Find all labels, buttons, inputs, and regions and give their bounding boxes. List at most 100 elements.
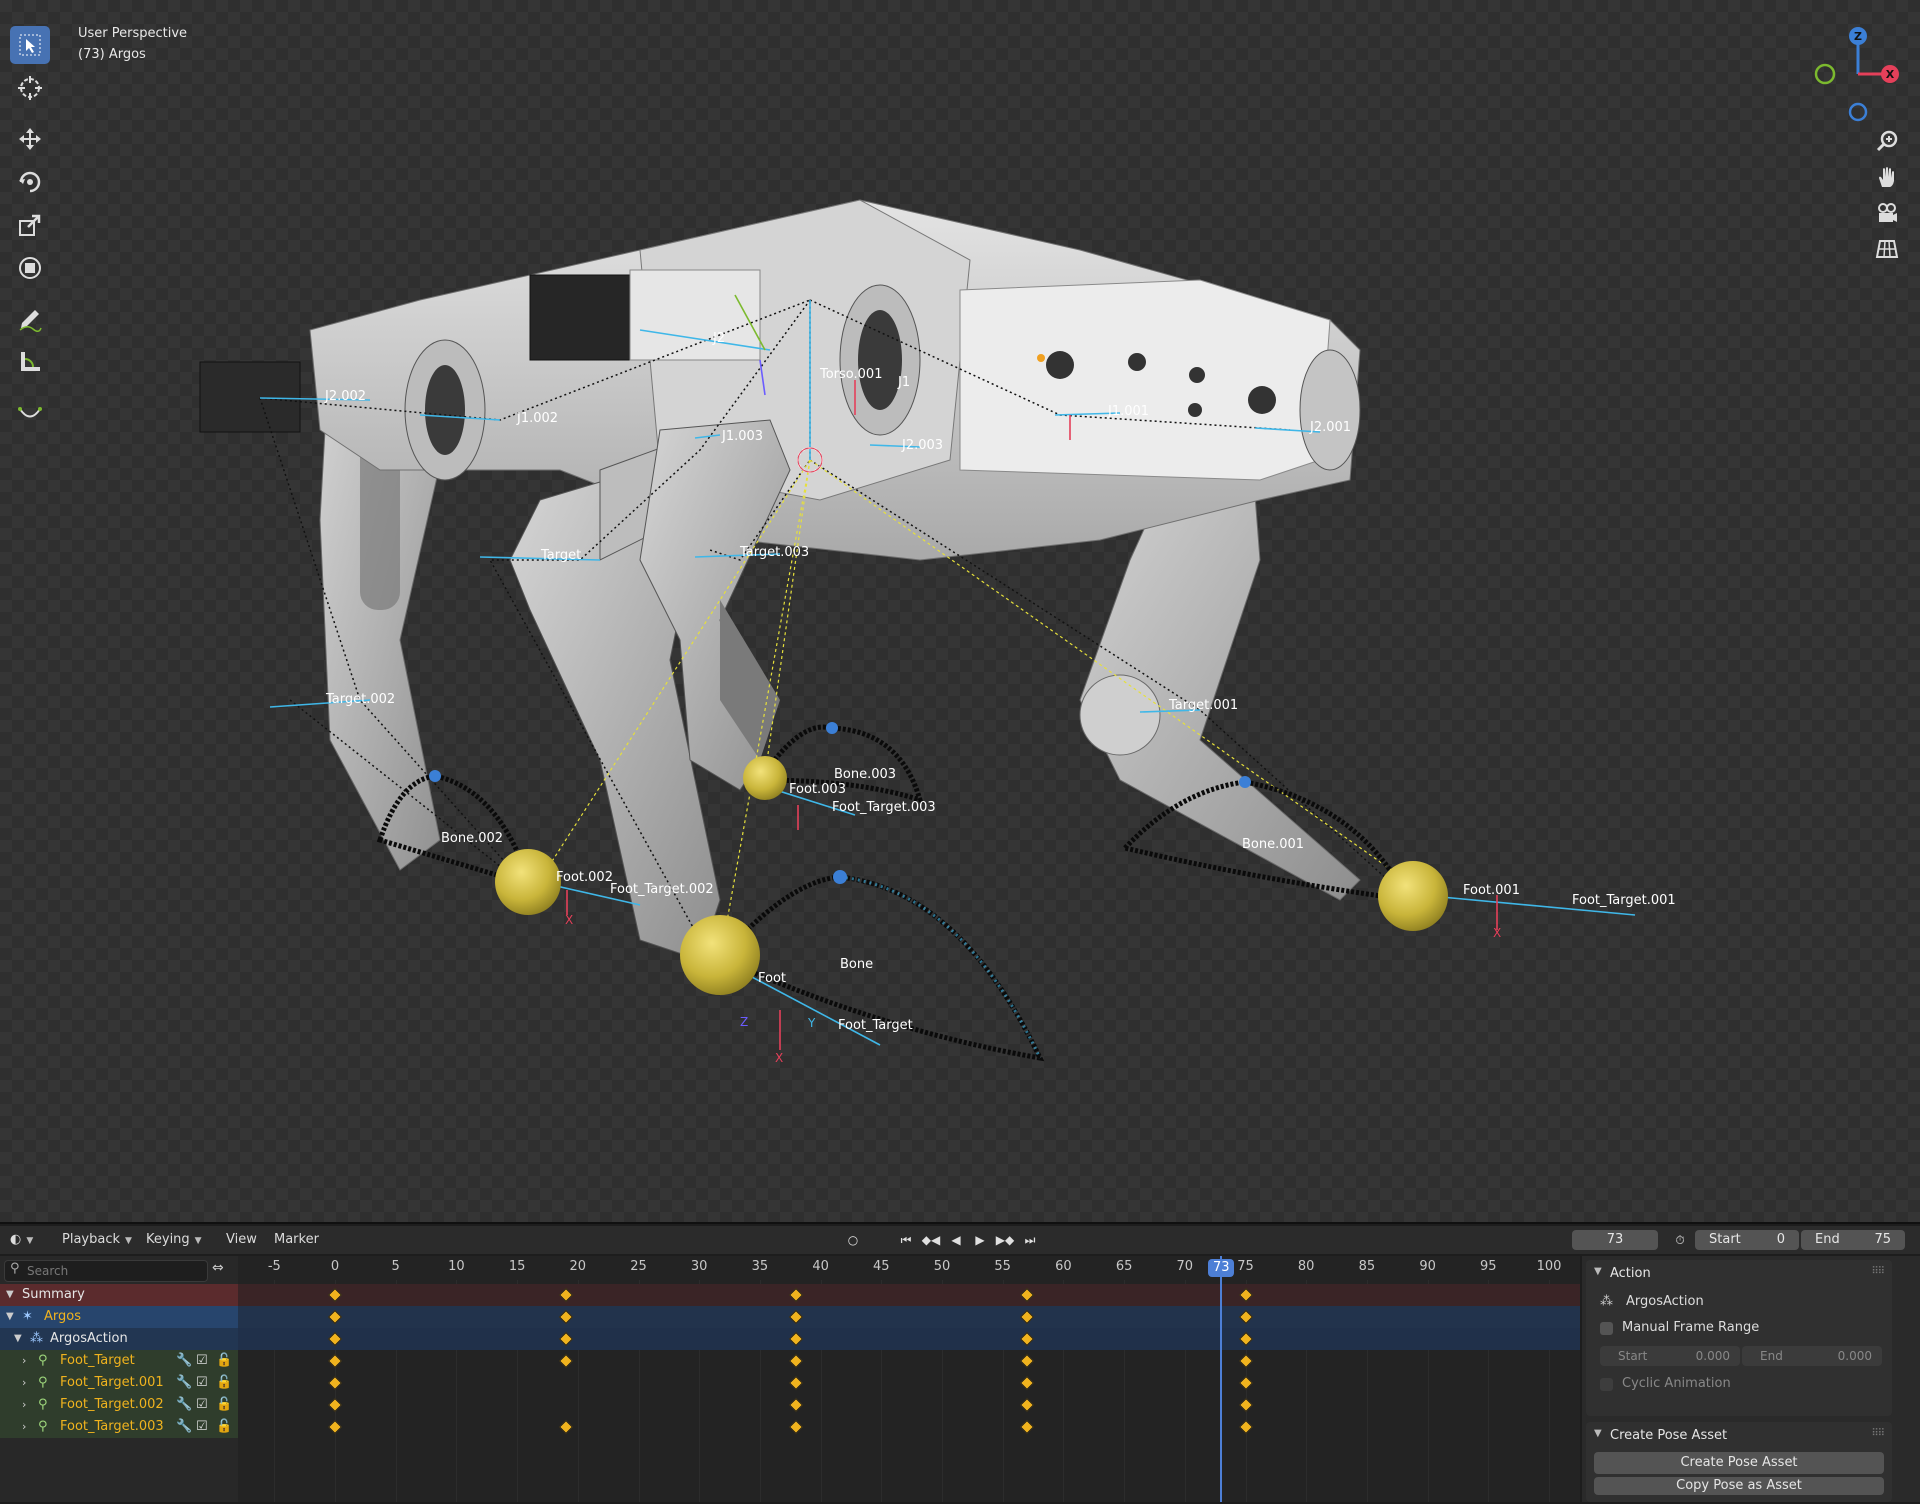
- play-reverse-button[interactable]: ◀: [946, 1230, 966, 1250]
- search-input[interactable]: [27, 1261, 197, 1281]
- ruler-tick[interactable]: 50: [934, 1259, 951, 1274]
- channel-bone-foot-target[interactable]: › ⚲ Foot_Target 🔧 ☑ 🔓: [0, 1350, 238, 1372]
- lock-icon[interactable]: 🔓: [216, 1350, 232, 1372]
- keyframe-diamond[interactable]: [789, 1419, 804, 1435]
- keyframe-diamond[interactable]: [558, 1331, 573, 1347]
- select-box-tool[interactable]: [10, 26, 50, 64]
- keyframe-diamond[interactable]: [558, 1287, 573, 1303]
- keyframe-diamond[interactable]: [1238, 1397, 1253, 1413]
- ruler-tick[interactable]: 15: [509, 1259, 526, 1274]
- channel-bone-foot-target-002[interactable]: › ⚲ Foot_Target.002 🔧 ☑ 🔓: [0, 1394, 238, 1416]
- keyframe-diamond[interactable]: [1019, 1287, 1035, 1303]
- wrench-icon[interactable]: 🔧: [176, 1416, 192, 1438]
- playhead-frame-label[interactable]: 73: [1208, 1259, 1235, 1277]
- create-pose-asset-button[interactable]: Create Pose Asset: [1594, 1452, 1884, 1474]
- ruler-tick[interactable]: 20: [570, 1259, 587, 1274]
- keyframe-diamond[interactable]: [1238, 1353, 1253, 1369]
- neg-y-axis-ball[interactable]: [1814, 63, 1836, 85]
- ruler-tick[interactable]: 75: [1237, 1259, 1254, 1274]
- 3d-viewport[interactable]: J2 Torso.001 J1 J2.002 J1.002 J1.003 J2.…: [0, 0, 1920, 1222]
- channel-bone-foot-target-003[interactable]: › ⚲ Foot_Target.003 🔧 ☑ 🔓: [0, 1416, 238, 1438]
- checkbox-icon[interactable]: ☑: [196, 1372, 208, 1394]
- keyframe-diamond[interactable]: [1019, 1353, 1035, 1369]
- prev-keyframe-button[interactable]: ◆◀: [921, 1230, 941, 1250]
- marker-menu[interactable]: Marker: [274, 1226, 319, 1254]
- keyframe-diamond[interactable]: [327, 1309, 343, 1325]
- chevron-right-icon[interactable]: ›: [22, 1350, 26, 1372]
- keyframe-diamond[interactable]: [789, 1375, 804, 1391]
- scale-tool[interactable]: [10, 206, 50, 244]
- play-button[interactable]: ▶: [970, 1230, 990, 1250]
- playhead-line[interactable]: [1220, 1256, 1223, 1502]
- keyframe-diamond[interactable]: [1019, 1309, 1035, 1325]
- checkbox-icon[interactable]: ☑: [196, 1350, 208, 1372]
- curve-tool[interactable]: [10, 394, 50, 432]
- channel-object-argos[interactable]: ▼ ✶ Argos: [0, 1306, 238, 1328]
- lock-icon[interactable]: 🔓: [216, 1372, 232, 1394]
- channel-action[interactable]: ▼ ⁂ ArgosAction: [0, 1328, 238, 1350]
- chevron-right-icon[interactable]: ›: [22, 1416, 26, 1438]
- keyframe-diamond[interactable]: [327, 1375, 343, 1391]
- ruler-tick[interactable]: 30: [691, 1259, 708, 1274]
- copy-pose-asset-button[interactable]: Copy Pose as Asset: [1594, 1477, 1884, 1495]
- transform-tool[interactable]: [10, 249, 50, 287]
- ruler-tick[interactable]: -5: [268, 1259, 281, 1274]
- keyframe-diamond[interactable]: [1238, 1309, 1253, 1325]
- annotate-tool[interactable]: [10, 300, 50, 338]
- chevron-down-icon[interactable]: ▼: [14, 1328, 22, 1350]
- wrench-icon[interactable]: 🔧: [176, 1350, 192, 1372]
- projection-toggle-button[interactable]: [1870, 232, 1904, 266]
- keyframe-diamond[interactable]: [1238, 1287, 1253, 1303]
- keyframe-diamond[interactable]: [789, 1287, 804, 1303]
- keyframe-diamond[interactable]: [789, 1331, 804, 1347]
- ruler-tick[interactable]: 45: [873, 1259, 890, 1274]
- neg-z-axis-ball[interactable]: [1848, 102, 1868, 122]
- camera-view-button[interactable]: [1870, 196, 1904, 230]
- ruler-tick[interactable]: 25: [630, 1259, 647, 1274]
- view-menu[interactable]: View: [226, 1226, 257, 1254]
- ruler-tick[interactable]: 95: [1480, 1259, 1497, 1274]
- keyframe-diamond[interactable]: [327, 1287, 343, 1303]
- wrench-icon[interactable]: 🔧: [176, 1372, 192, 1394]
- cyclic-animation-checkbox[interactable]: [1600, 1378, 1613, 1391]
- ruler-tick[interactable]: 55: [994, 1259, 1011, 1274]
- ruler-tick[interactable]: 35: [752, 1259, 769, 1274]
- cursor-tool[interactable]: [10, 69, 50, 107]
- rotate-tool[interactable]: [10, 163, 50, 201]
- lock-icon[interactable]: 🔓: [216, 1416, 232, 1438]
- ruler-tick[interactable]: 10: [448, 1259, 465, 1274]
- zoom-button[interactable]: [1870, 124, 1904, 158]
- keyframe-diamond[interactable]: [789, 1397, 804, 1413]
- ruler-tick[interactable]: 0: [331, 1259, 339, 1274]
- keyframe-diamond[interactable]: [327, 1353, 343, 1369]
- lock-icon[interactable]: 🔓: [216, 1394, 232, 1416]
- ruler-tick[interactable]: 80: [1298, 1259, 1315, 1274]
- editor-type-menu[interactable]: ◐ ▼: [10, 1226, 33, 1254]
- orientation-gizmo[interactable]: Z X: [1790, 26, 1900, 126]
- keyframe-diamond[interactable]: [1238, 1375, 1253, 1391]
- range-start-field[interactable]: Start 0.000: [1600, 1346, 1740, 1366]
- swap-filter-icon[interactable]: ⇔: [212, 1260, 224, 1276]
- preview-range-button[interactable]: ⏱: [1670, 1230, 1690, 1250]
- ruler-tick[interactable]: 60: [1055, 1259, 1072, 1274]
- channel-bone-foot-target-001[interactable]: › ⚲ Foot_Target.001 🔧 ☑ 🔓: [0, 1372, 238, 1394]
- keyframe-diamond[interactable]: [1019, 1419, 1035, 1435]
- next-keyframe-button[interactable]: ▶◆: [995, 1230, 1015, 1250]
- ruler-tick[interactable]: 65: [1116, 1259, 1133, 1274]
- keyframe-diamond[interactable]: [327, 1397, 343, 1413]
- ruler-tick[interactable]: 5: [392, 1259, 400, 1274]
- ruler-tick[interactable]: 85: [1359, 1259, 1376, 1274]
- ruler-tick[interactable]: 90: [1419, 1259, 1436, 1274]
- move-tool[interactable]: [10, 120, 50, 158]
- jump-end-button[interactable]: ⏭: [1020, 1230, 1040, 1250]
- keyframe-diamond[interactable]: [558, 1353, 573, 1369]
- chevron-down-icon[interactable]: ▼: [1594, 1428, 1602, 1439]
- manual-frame-range-checkbox[interactable]: [1600, 1322, 1613, 1335]
- keyframe-diamond[interactable]: [1019, 1375, 1035, 1391]
- wrench-icon[interactable]: 🔧: [176, 1394, 192, 1416]
- keyframe-diamond[interactable]: [558, 1419, 573, 1435]
- pan-button[interactable]: [1870, 160, 1904, 194]
- playback-menu[interactable]: Playback ▼: [62, 1226, 132, 1254]
- current-frame-field[interactable]: 73: [1572, 1230, 1658, 1250]
- end-frame-field[interactable]: End 75: [1801, 1230, 1905, 1250]
